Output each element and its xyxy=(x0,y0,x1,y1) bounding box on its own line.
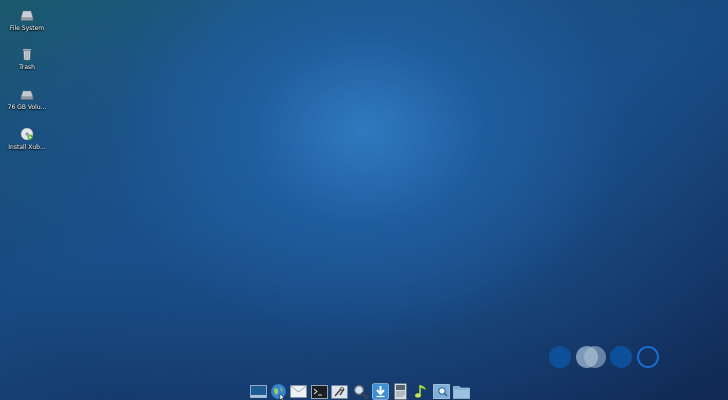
dock-item-mail[interactable] xyxy=(290,383,308,400)
dock-item-music-player[interactable] xyxy=(413,383,430,400)
image-viewer-icon xyxy=(433,384,450,399)
desktop-icon xyxy=(249,385,267,398)
dock-item-downloads[interactable] xyxy=(372,383,389,400)
workspace-4[interactable] xyxy=(637,346,659,368)
trash-icon xyxy=(23,49,31,61)
dock-item-image-viewer[interactable] xyxy=(433,383,450,400)
desktop-item-label: Install Xub... xyxy=(8,144,46,151)
download-icon xyxy=(372,383,389,400)
desktop-item-trash[interactable]: Trash xyxy=(2,47,52,71)
dock-item-show-desktop[interactable] xyxy=(249,383,267,400)
dock xyxy=(248,378,480,400)
file-manager-icon xyxy=(453,386,471,399)
desktop-item-file-system[interactable]: File System xyxy=(2,8,52,32)
dock-item-settings[interactable] xyxy=(331,383,348,400)
dock-item-search[interactable] xyxy=(352,383,369,400)
workspace-1[interactable] xyxy=(549,346,571,368)
workspace-3[interactable] xyxy=(610,346,632,368)
desktop-item-volume[interactable]: 76 GB Volu... xyxy=(2,87,52,111)
desktop: { "desktop": { "icons": [ {"label": "Fil… xyxy=(0,0,728,400)
workspace-2-overlay xyxy=(584,346,606,368)
dock-item-text-editor[interactable] xyxy=(392,383,409,400)
music-player-icon xyxy=(414,385,426,398)
terminal-icon xyxy=(310,384,328,399)
dock-item-web-browser[interactable] xyxy=(270,383,287,400)
volume-icon xyxy=(20,90,34,100)
workspace-switcher xyxy=(548,345,662,369)
web-browser-icon xyxy=(270,383,287,400)
dock-item-file-manager[interactable] xyxy=(453,383,471,400)
dock-item-terminal[interactable] xyxy=(310,383,328,400)
desktop-item-install[interactable]: Install Xub... xyxy=(2,127,52,151)
desktop-item-label: Trash xyxy=(19,64,35,71)
desktop-item-label: 76 GB Volu... xyxy=(7,104,47,111)
install-disc-icon xyxy=(20,127,34,141)
desktop-item-label: File System xyxy=(9,25,45,32)
text-editor-icon xyxy=(394,383,408,400)
drive-icon xyxy=(20,10,34,21)
search-icon xyxy=(353,384,368,400)
settings-icon xyxy=(331,384,348,399)
mail-icon xyxy=(290,385,308,398)
